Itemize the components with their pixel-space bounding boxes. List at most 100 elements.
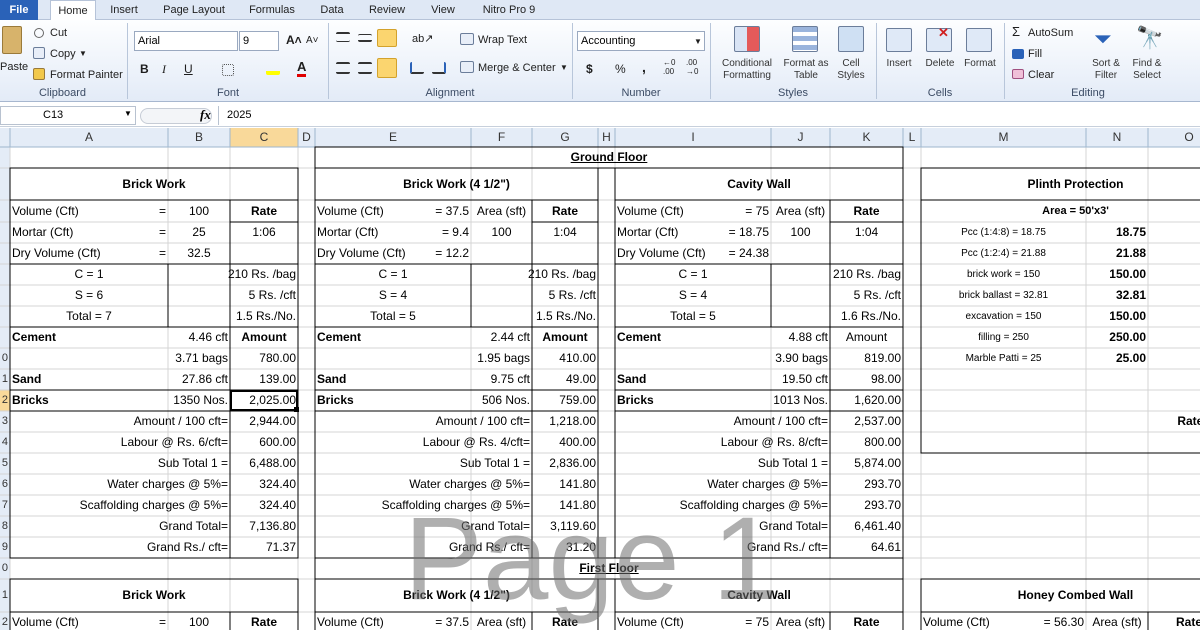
cell[interactable]: 819.00	[832, 348, 901, 369]
cell[interactable]: 25	[170, 222, 228, 243]
formula-input[interactable]: 2025	[218, 106, 1200, 125]
cell[interactable]: 3.71 bags	[170, 348, 228, 369]
cell[interactable]: Rate / sft	[1150, 411, 1200, 432]
merge-center-button[interactable]: Merge & Center	[478, 61, 556, 75]
cell[interactable]: 64.61	[832, 537, 901, 558]
cell[interactable]: Sub Total 1 =	[617, 453, 828, 474]
font-color-icon[interactable]: A	[297, 60, 307, 77]
insert-function-icon[interactable]: fx	[200, 107, 211, 123]
autosum-button[interactable]: AutoSum	[1028, 26, 1073, 40]
conditional-formatting-icon[interactable]	[734, 26, 760, 52]
cell[interactable]: 5,874.00	[832, 453, 901, 474]
cell[interactable]: =	[12, 222, 166, 243]
cell[interactable]: = 9.4	[317, 222, 469, 243]
cell[interactable]: Marble Patti = 25	[923, 348, 1084, 369]
cell[interactable]: Plinth Protection	[923, 168, 1200, 200]
cell[interactable]: Ground Floor	[317, 147, 901, 168]
cell[interactable]: 100	[170, 200, 228, 222]
cell[interactable]: 2,836.00	[534, 453, 596, 474]
fill-icon[interactable]	[1012, 49, 1024, 59]
row-header[interactable]: 2	[0, 612, 8, 630]
shrink-font-icon[interactable]: A˅	[306, 34, 319, 48]
cell[interactable]: 1:04	[534, 222, 596, 243]
cell[interactable]: Brick Work (4 1/2")	[317, 168, 596, 200]
cell[interactable]: 324.40	[232, 474, 296, 495]
cell[interactable]: 2.44 cft	[473, 327, 530, 348]
cell[interactable]: S = 4	[317, 285, 469, 306]
decrease-indent-icon[interactable]	[410, 62, 424, 74]
delete-cells-button[interactable]: Delete	[920, 58, 960, 70]
format-cells-button[interactable]: Format	[960, 58, 1000, 70]
wrap-text-icon[interactable]	[460, 33, 474, 45]
cell[interactable]: Grand Rs./ cft=	[617, 537, 828, 558]
align-left-icon[interactable]	[336, 62, 350, 74]
cell[interactable]: Bricks	[12, 390, 166, 411]
cell[interactable]: Bricks	[617, 390, 769, 411]
insert-cells-icon[interactable]	[886, 28, 912, 52]
cell[interactable]: 9.75 cft	[473, 369, 530, 390]
comma-button[interactable]: ,	[642, 60, 646, 74]
cell[interactable]: 5.	[1150, 285, 1200, 306]
cell[interactable]: C = 1	[617, 264, 769, 285]
copy-icon[interactable]	[33, 47, 45, 59]
cell[interactable]: 1,218.00	[534, 411, 596, 432]
decrease-decimal-icon[interactable]: .00 →0	[686, 58, 698, 76]
cell[interactable]: Sub Total 1 =	[12, 453, 228, 474]
cell[interactable]: =	[12, 200, 166, 222]
cell[interactable]: Total = 5	[317, 306, 469, 327]
paste-icon[interactable]	[2, 26, 22, 54]
row-header[interactable]: 1	[0, 579, 8, 612]
cell[interactable]: 5 Rs. /cft	[170, 285, 296, 306]
column-header-C[interactable]: C	[230, 128, 298, 147]
cell[interactable]: 21.88	[1088, 243, 1146, 264]
cell[interactable]: 19.50 cft	[773, 369, 828, 390]
cell[interactable]: 31.20	[534, 537, 596, 558]
column-header-O[interactable]: O	[1148, 128, 1200, 147]
cell[interactable]: Scaffolding charges @ 5%=	[617, 495, 828, 516]
cell[interactable]: 780.00	[232, 348, 296, 369]
cell[interactable]: 759.00	[534, 390, 596, 411]
cell[interactable]: Water charges @ 5%=	[12, 474, 228, 495]
cell[interactable]: Cement	[12, 327, 166, 348]
cell[interactable]: 506 Nos.	[473, 390, 530, 411]
cell[interactable]: 31.	[1150, 222, 1200, 243]
cell[interactable]: Total	[1150, 369, 1200, 390]
percent-button[interactable]: %	[615, 62, 626, 76]
cell[interactable]: Rate	[534, 612, 596, 630]
sort-filter-button[interactable]: Sort & Filter	[1086, 58, 1126, 82]
number-format-dropdown-icon[interactable]: ▼	[694, 35, 702, 49]
cell[interactable]: 37.	[1150, 264, 1200, 285]
tab-nitro-pro[interactable]: Nitro Pro 9	[474, 0, 544, 20]
font-size-select[interactable]: 9	[239, 31, 279, 51]
cell[interactable]: Sand	[317, 369, 469, 390]
cell[interactable]: excavation = 150	[923, 306, 1084, 327]
orientation-icon[interactable]: ab↗	[412, 32, 433, 46]
row-header[interactable]: 3	[0, 411, 8, 432]
cell[interactable]: C = 1	[12, 264, 166, 285]
row-header[interactable]: 6	[0, 474, 8, 495]
format-as-table-icon[interactable]	[792, 26, 818, 52]
fill-color-icon[interactable]	[266, 61, 280, 75]
format-painter-button[interactable]: Format Painter	[50, 68, 123, 82]
cell[interactable]: Brick Work	[12, 168, 296, 200]
cell[interactable]: Total = 7	[12, 306, 166, 327]
tab-data[interactable]: Data	[312, 0, 352, 20]
cell[interactable]: 2,025.00	[232, 390, 296, 411]
column-header-L[interactable]: L	[903, 128, 921, 147]
column-header-G[interactable]: G	[532, 128, 598, 147]
cell[interactable]: 1.5 Rs./No.	[473, 306, 596, 327]
cell[interactable]: 293.70	[832, 495, 901, 516]
cell[interactable]: 1350 Nos.	[170, 390, 228, 411]
autosum-icon[interactable]: Σ	[1012, 25, 1020, 39]
cell[interactable]: Brick Work (4 1/2")	[317, 579, 596, 612]
column-header-K[interactable]: K	[830, 128, 903, 147]
cell[interactable]: 141.80	[534, 474, 596, 495]
cell[interactable]: 600.00	[232, 432, 296, 453]
underline-button[interactable]: U	[184, 62, 193, 76]
cell[interactable]: = 56.30	[923, 612, 1084, 630]
cell-styles-icon[interactable]	[838, 26, 864, 52]
cell[interactable]: 150.00	[1088, 306, 1146, 327]
cell[interactable]: Rate	[832, 200, 901, 222]
tab-file[interactable]: File	[0, 0, 38, 20]
format-painter-icon[interactable]	[33, 68, 45, 80]
